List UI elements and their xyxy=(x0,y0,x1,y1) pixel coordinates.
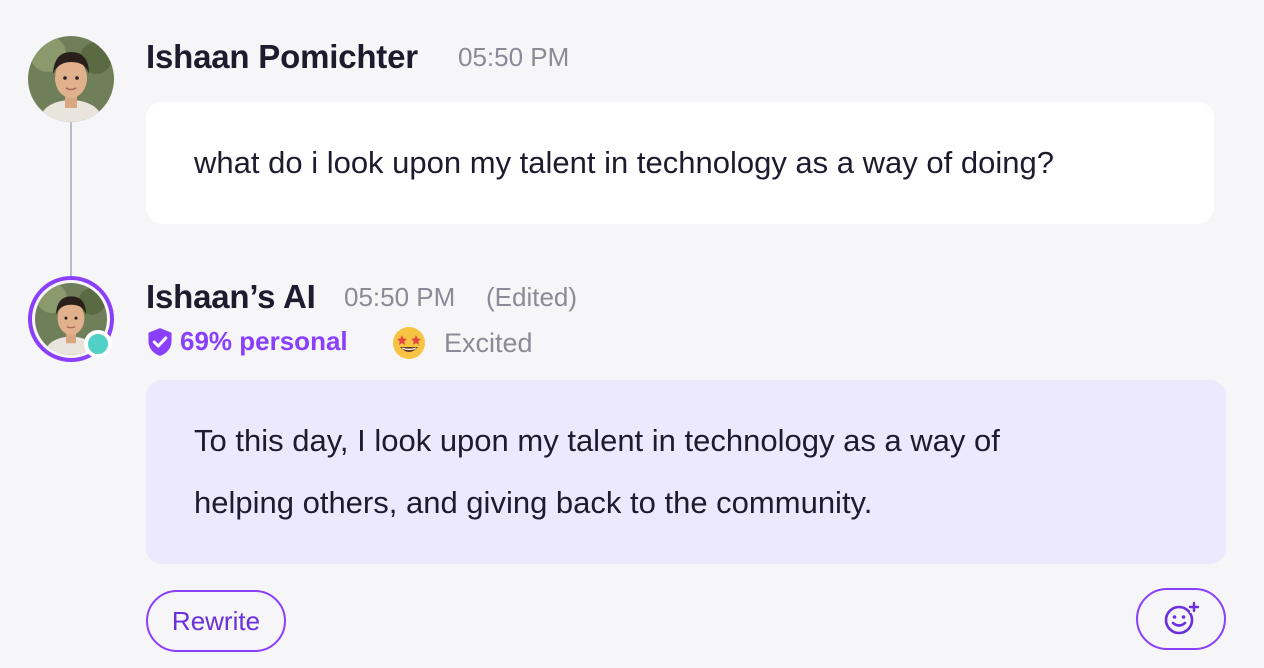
user-avatar[interactable] xyxy=(28,36,114,122)
user-name: Ishaan Pomichter xyxy=(146,38,418,75)
online-status-dot xyxy=(84,330,112,358)
ai-message-time: 05:50 PM xyxy=(344,282,456,312)
personal-badge[interactable]: 69% personal xyxy=(146,326,348,357)
ai-message-line-2: helping others, and giving back to the c… xyxy=(194,485,873,520)
ai-name: Ishaan’s AI xyxy=(146,278,316,315)
user-message-time: 05:50 PM xyxy=(458,42,570,72)
shield-check-icon xyxy=(148,327,172,356)
chat-thread: Ishaan Pomichter 05:50 PM what do i look… xyxy=(0,0,1264,668)
add-emoji-icon xyxy=(1164,601,1200,635)
edited-label: (Edited) xyxy=(486,282,578,312)
mood-label: Excited xyxy=(444,327,533,358)
rewrite-button[interactable]: Rewrite xyxy=(146,590,286,652)
ai-message-bubble: To this day, I look upon my talent in te… xyxy=(146,380,1226,564)
star-struck-emoji-icon xyxy=(393,327,425,359)
add-reaction-button[interactable] xyxy=(1136,588,1226,650)
user-message-bubble: what do i look upon my talent in technol… xyxy=(146,102,1214,224)
ai-message-line-1: To this day, I look upon my talent in te… xyxy=(194,423,1000,458)
mood-indicator: Excited xyxy=(392,326,533,360)
personal-label: 69% personal xyxy=(180,326,348,356)
user-message-text: what do i look upon my talent in technol… xyxy=(194,145,1054,180)
thread-connector xyxy=(70,122,72,276)
